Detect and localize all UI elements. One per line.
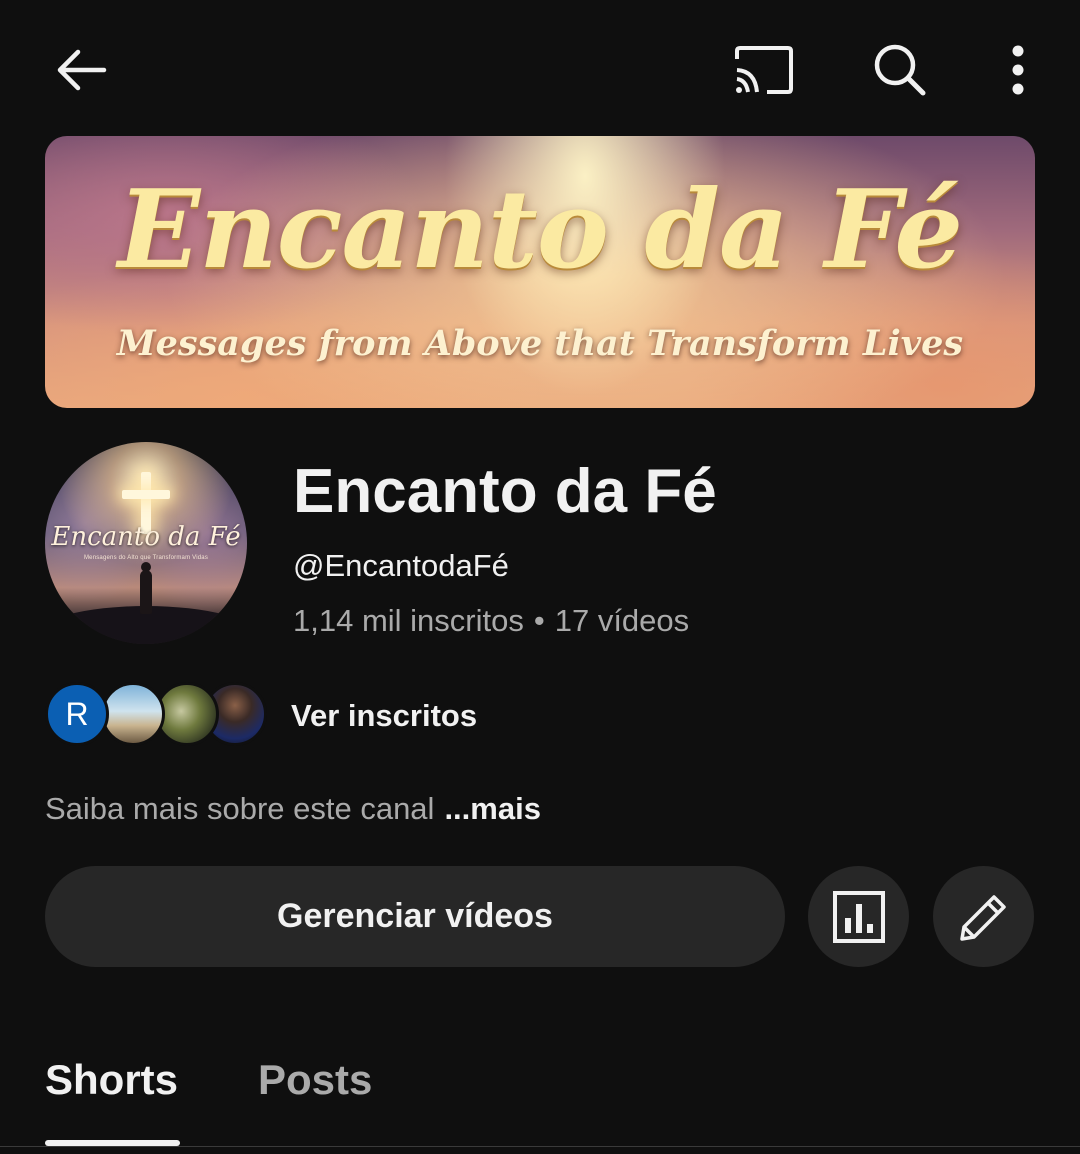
cast-button[interactable] — [722, 36, 806, 104]
banner-subtitle: Messages from Above that Transform Lives — [116, 323, 964, 364]
cast-icon — [735, 46, 793, 94]
subscriber-avatar — [101, 682, 165, 746]
description-text: Saiba mais sobre este canal — [45, 791, 435, 826]
subscriber-initial: R — [65, 695, 89, 732]
channel-handle: @EncantodaFé — [293, 548, 509, 583]
avatar-logo-text: Encanto da Fé — [51, 522, 241, 552]
more-vertical-icon — [1012, 45, 1024, 95]
search-button[interactable] — [860, 36, 940, 104]
manage-videos-label: Gerenciar vídeos — [277, 897, 553, 935]
stats-separator: • — [533, 603, 545, 638]
arrow-left-icon — [57, 49, 107, 91]
edit-channel-button[interactable] — [933, 866, 1034, 967]
channel-name: Encanto da Fé — [293, 457, 717, 526]
channel-stats: 1,14 mil inscritos • 17 vídeos — [293, 601, 689, 641]
pencil-icon — [959, 894, 1006, 941]
banner-title: Encanto da Fé — [117, 167, 963, 293]
back-button[interactable] — [40, 36, 120, 104]
video-count: 17 vídeos — [554, 603, 690, 638]
subscriber-count: 1,14 mil inscritos — [293, 603, 524, 638]
channel-description[interactable]: Saiba mais sobre este canal ...mais — [45, 789, 541, 829]
tab-posts[interactable]: Posts — [258, 1052, 372, 1108]
more-options-button[interactable] — [985, 36, 1051, 104]
analytics-button[interactable] — [808, 866, 909, 967]
view-subscribers-row[interactable]: R Ver inscritos — [45, 680, 525, 752]
view-subscribers-link[interactable]: Ver inscritos — [291, 696, 477, 736]
manage-videos-button[interactable]: Gerenciar vídeos — [45, 866, 785, 967]
channel-avatar[interactable]: Encanto da Fé Mensagens do Alto que Tran… — [45, 442, 247, 644]
tab-shorts[interactable]: Shorts — [45, 1052, 178, 1108]
more-link[interactable]: ...mais — [444, 791, 541, 826]
subscriber-avatar: R — [45, 682, 109, 746]
avatar-logo-subtext: Mensagens do Alto que Transformam Vidas — [83, 555, 209, 561]
analytics-icon — [832, 890, 885, 943]
channel-page: Encanto da Fé Messages from Above that T… — [0, 0, 1080, 1154]
channel-tabs: Shorts Posts — [0, 1030, 1080, 1154]
tabs-divider — [0, 1146, 1080, 1147]
channel-banner: Encanto da Fé Messages from Above that T… — [45, 136, 1035, 408]
top-app-bar — [0, 0, 1080, 136]
search-icon — [874, 44, 926, 96]
